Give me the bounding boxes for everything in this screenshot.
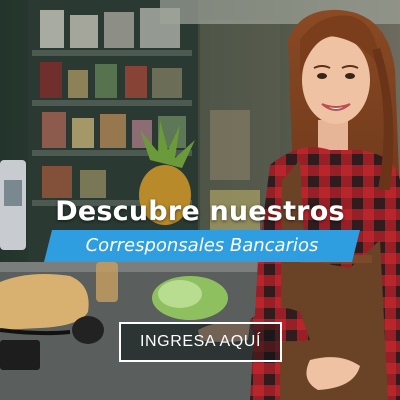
banner-subheadline: Corresponsales Bancarios <box>85 235 319 256</box>
promo-banner[interactable]: Descubre nuestros Corresponsales Bancari… <box>0 0 400 400</box>
banner-headline: Descubre nuestros <box>55 196 345 227</box>
ingresa-aqui-button[interactable]: INGRESA AQUÍ <box>119 322 282 362</box>
